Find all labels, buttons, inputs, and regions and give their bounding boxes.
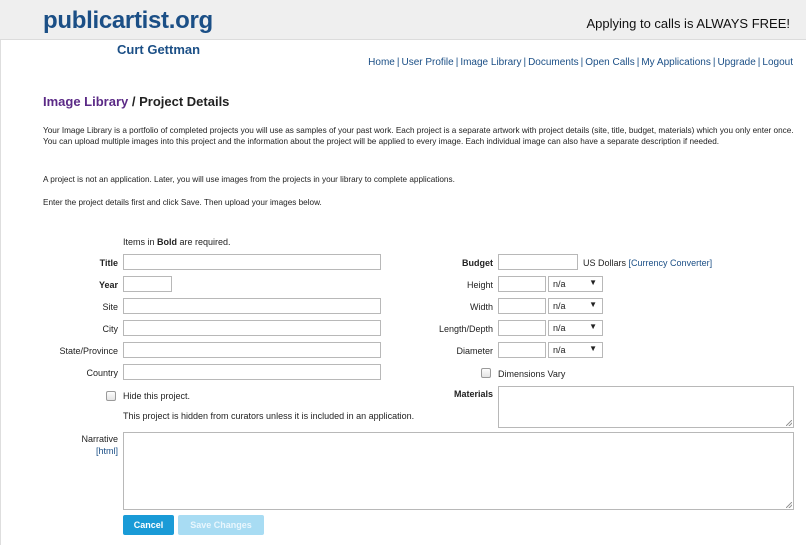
site-label: Site bbox=[102, 302, 118, 312]
nav-documents[interactable]: Documents bbox=[528, 57, 579, 68]
width-unit-select[interactable]: n/a ▼ bbox=[548, 298, 603, 314]
state-label: State/Province bbox=[59, 346, 118, 356]
diameter-unit-value: n/a bbox=[553, 345, 566, 355]
dimensions-vary-label: Dimensions Vary bbox=[498, 369, 566, 379]
dimensions-vary-checkbox[interactable] bbox=[481, 368, 491, 378]
hide-project-note: This project is hidden from curators unl… bbox=[123, 411, 415, 421]
site-input[interactable] bbox=[123, 298, 381, 314]
hide-project-checkbox[interactable] bbox=[106, 391, 116, 401]
dropdown-arrow-icon: ▼ bbox=[589, 278, 597, 287]
length-input[interactable] bbox=[498, 320, 546, 336]
nav-user-profile[interactable]: User Profile bbox=[401, 57, 453, 68]
resize-grip-icon[interactable] bbox=[786, 502, 792, 508]
nav-open-calls[interactable]: Open Calls bbox=[585, 57, 634, 68]
save-changes-button[interactable]: Save Changes bbox=[178, 515, 264, 535]
year-input[interactable] bbox=[123, 276, 172, 292]
height-unit-value: n/a bbox=[553, 279, 566, 289]
title-input[interactable] bbox=[123, 254, 381, 270]
breadcrumb-current: / Project Details bbox=[128, 94, 230, 109]
resize-grip-icon[interactable] bbox=[786, 420, 792, 426]
materials-label: Materials bbox=[453, 389, 493, 399]
currency-converter-link[interactable]: [Currency Converter] bbox=[629, 258, 713, 268]
dropdown-arrow-icon: ▼ bbox=[589, 322, 597, 331]
cancel-button[interactable]: Cancel bbox=[123, 515, 174, 535]
required-suffix: are required. bbox=[177, 237, 231, 247]
nav-image-library[interactable]: Image Library bbox=[460, 57, 521, 68]
width-input[interactable] bbox=[498, 298, 546, 314]
state-input[interactable] bbox=[123, 342, 381, 358]
title-label: Title bbox=[99, 258, 118, 268]
nav-logout[interactable]: Logout bbox=[762, 57, 793, 68]
length-unit-value: n/a bbox=[553, 323, 566, 333]
dropdown-arrow-icon: ▼ bbox=[589, 300, 597, 309]
country-label: Country bbox=[86, 368, 118, 378]
hide-project-label: Hide this project. bbox=[123, 391, 191, 401]
height-label: Height bbox=[466, 280, 493, 290]
length-unit-select[interactable]: n/a ▼ bbox=[548, 320, 603, 336]
diameter-unit-select[interactable]: n/a ▼ bbox=[548, 342, 603, 358]
narrative-textarea[interactable] bbox=[123, 432, 794, 510]
city-input[interactable] bbox=[123, 320, 381, 336]
top-header-bar: publicartist.org Applying to calls is AL… bbox=[0, 0, 806, 40]
city-label: City bbox=[102, 324, 119, 334]
page-title: Image Library / Project Details bbox=[43, 94, 229, 109]
narrative-html-link[interactable]: [html] bbox=[40, 446, 118, 456]
dropdown-arrow-icon: ▼ bbox=[589, 344, 597, 353]
length-label: Length/Depth bbox=[438, 324, 493, 334]
free-applications-message: Applying to calls is ALWAYS FREE! bbox=[586, 16, 791, 31]
nav-upgrade[interactable]: Upgrade bbox=[717, 57, 755, 68]
required-prefix: Items in bbox=[123, 237, 158, 247]
page-left-border bbox=[0, 0, 1, 545]
width-unit-value: n/a bbox=[553, 301, 566, 311]
main-nav: Home | User Profile | Image Library | Document… bbox=[368, 57, 793, 68]
site-logo[interactable]: publicartist.org bbox=[43, 7, 213, 35]
width-label: Width bbox=[469, 302, 493, 312]
year-label: Year bbox=[98, 280, 118, 290]
diameter-label: Diameter bbox=[456, 346, 493, 356]
required-fields-note: Items in Bold are required. bbox=[123, 237, 231, 247]
budget-input[interactable] bbox=[498, 254, 578, 270]
nav-my-applications[interactable]: My Applications bbox=[641, 57, 710, 68]
budget-unit-line: US Dollars [Currency Converter] bbox=[583, 258, 712, 268]
intro-paragraph: Your Image Library is a portfolio of com… bbox=[43, 126, 794, 146]
country-input[interactable] bbox=[123, 364, 381, 380]
user-name: Curt Gettman bbox=[117, 42, 201, 57]
breadcrumb-image-library[interactable]: Image Library bbox=[43, 94, 128, 109]
height-input[interactable] bbox=[498, 276, 546, 292]
budget-unit: US Dollars bbox=[583, 258, 627, 268]
diameter-input[interactable] bbox=[498, 342, 546, 358]
materials-textarea[interactable] bbox=[498, 386, 794, 428]
required-bold-word: Bold bbox=[157, 237, 178, 247]
budget-label: Budget bbox=[462, 258, 493, 268]
application-note: A project is not an application. Later, … bbox=[43, 175, 455, 184]
instructions-text: Enter the project details first and clic… bbox=[43, 198, 322, 207]
narrative-label: Narrative bbox=[81, 434, 118, 444]
height-unit-select[interactable]: n/a ▼ bbox=[548, 276, 603, 292]
nav-home[interactable]: Home bbox=[368, 57, 395, 68]
